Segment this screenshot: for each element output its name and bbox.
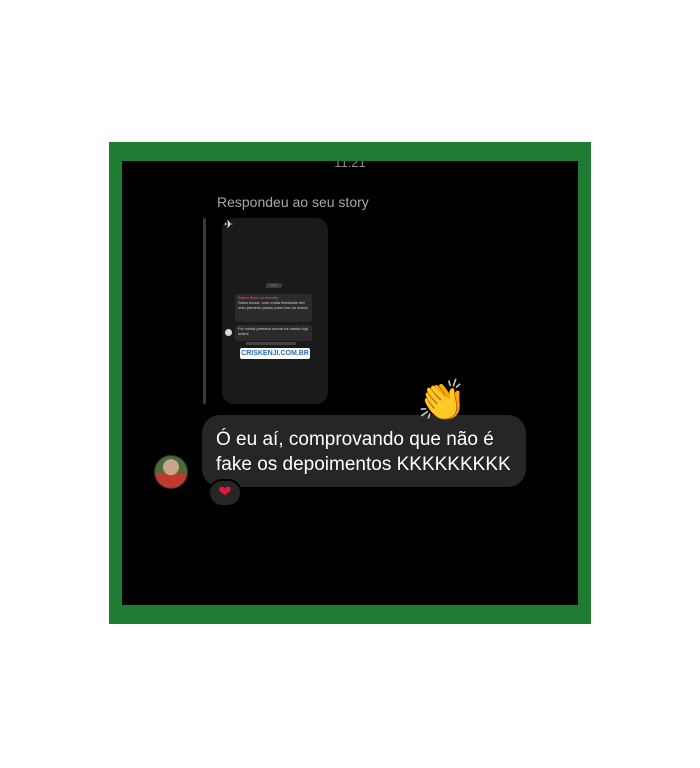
clapping-hands-icon: 👏 bbox=[417, 379, 467, 423]
reply-context-label: Respondeu ao seu story bbox=[217, 194, 369, 210]
status-time: 11:21 bbox=[334, 161, 366, 170]
story-thumbnail[interactable]: ✈ Hoje Bruno Alves University Salve turm… bbox=[222, 218, 328, 404]
mini-text-1: Salve turma, com muita felicidade del me… bbox=[238, 300, 308, 310]
green-frame: 11:21 Respondeu ao seu story ✈ Hoje Brun… bbox=[109, 142, 591, 624]
mini-url-badge: CRISKENJI.COM.BR bbox=[240, 348, 310, 359]
mini-text-2: Fiz minha primeira venda na minha loja o… bbox=[238, 326, 308, 336]
quote-bar bbox=[203, 218, 206, 404]
mini-message-1: Bruno Alves University Salve turma, com … bbox=[235, 294, 312, 322]
mini-avatar-dot bbox=[225, 329, 232, 336]
sender-avatar[interactable] bbox=[154, 455, 188, 489]
heart-reaction-icon[interactable]: ❤ bbox=[208, 479, 242, 507]
mini-date-badge: Hoje bbox=[266, 283, 282, 288]
message-bubble[interactable]: Ó eu aí, comprovando que não é fake os d… bbox=[202, 415, 526, 487]
mini-message-2: Fiz minha primeira venda na minha loja o… bbox=[235, 325, 312, 341]
pin-icon: ✈ bbox=[224, 219, 234, 231]
chat-screen: 11:21 Respondeu ao seu story ✈ Hoje Brun… bbox=[122, 161, 578, 605]
mini-divider bbox=[246, 342, 296, 345]
